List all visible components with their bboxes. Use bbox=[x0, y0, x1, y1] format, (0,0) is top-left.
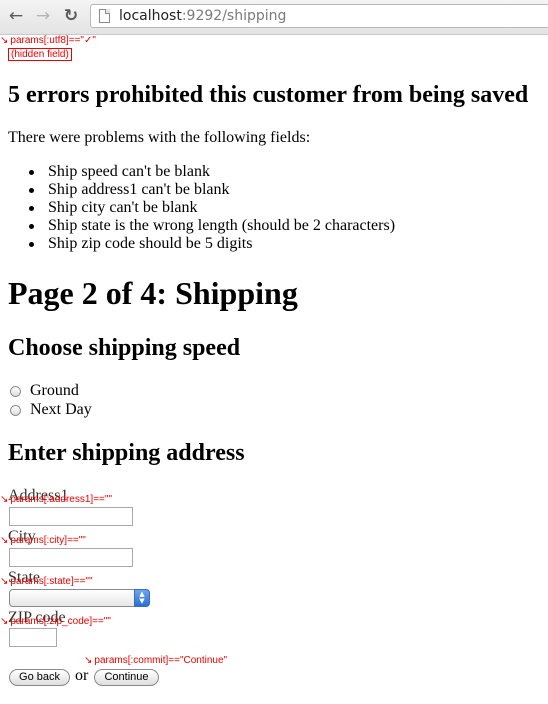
debug-state-annotation: ↘ params[:state]=="" bbox=[0, 576, 93, 587]
continue-button[interactable]: Continue bbox=[94, 669, 159, 686]
debug-state-text: params[:state]=="" bbox=[10, 576, 93, 587]
debug-utf8-text: params[:utf8]=="✓" bbox=[10, 35, 96, 46]
error-list: Ship speed can't be blank Ship address1 … bbox=[29, 163, 395, 253]
shipping-address-heading: Enter shipping address bbox=[8, 440, 245, 466]
debug-address1-annotation: ↘ params[:address1]=="" bbox=[0, 494, 112, 505]
debug-arrow-icon: ↘ bbox=[0, 35, 9, 46]
radio-ground[interactable] bbox=[10, 386, 21, 397]
debug-arrow-icon: ↘ bbox=[0, 576, 9, 587]
radio-next-day[interactable] bbox=[10, 405, 21, 416]
page-icon bbox=[99, 9, 110, 23]
url-path: :9292/shipping bbox=[181, 8, 287, 24]
or-text: or bbox=[75, 667, 89, 684]
debug-city-annotation: ↘ params[:city]=="" bbox=[0, 535, 86, 546]
error-item: Ship address1 can't be blank bbox=[29, 181, 395, 199]
page-title: Page 2 of 4: Shipping bbox=[8, 275, 298, 311]
debug-address1-text: params[:address1]=="" bbox=[10, 494, 112, 505]
debug-commit-text: params[:commit]=="Continue" bbox=[94, 655, 228, 666]
error-item: Ship state is the wrong length (should b… bbox=[29, 217, 395, 235]
address-bar[interactable]: localhost:9292/shipping bbox=[90, 4, 548, 28]
radio-ground-label[interactable]: Ground bbox=[30, 382, 79, 400]
error-title: 5 errors prohibited this customer from b… bbox=[8, 82, 529, 108]
debug-utf8-annotation: ↘ params[:utf8]=="✓" bbox=[0, 35, 96, 46]
shipping-speed-heading: Choose shipping speed bbox=[8, 335, 241, 361]
error-item: Ship city can't be blank bbox=[29, 199, 395, 217]
radio-next-day-label[interactable]: Next Day bbox=[30, 401, 92, 419]
error-intro: There were problems with the following f… bbox=[8, 129, 311, 146]
zip-code-input[interactable] bbox=[9, 628, 57, 647]
debug-zip-code-text: params[:zip_code]=="" bbox=[10, 616, 111, 627]
error-item: Ship speed can't be blank bbox=[29, 163, 395, 181]
select-stepper-icon[interactable]: ▲ ▼ bbox=[134, 589, 150, 607]
address1-input[interactable] bbox=[9, 507, 133, 526]
error-item: Ship zip code should be 5 digits bbox=[29, 235, 395, 253]
browser-toolbar: ← → ↻ localhost:9292/shipping bbox=[0, 0, 548, 35]
debug-arrow-icon: ↘ bbox=[0, 494, 9, 505]
city-input[interactable] bbox=[9, 548, 133, 567]
reload-icon[interactable]: ↻ bbox=[61, 6, 81, 26]
forward-arrow-icon[interactable]: → bbox=[33, 6, 53, 26]
debug-city-text: params[:city]=="" bbox=[10, 535, 86, 546]
debug-arrow-icon: ↘ bbox=[0, 616, 9, 627]
debug-commit-annotation: ↘ params[:commit]=="Continue" bbox=[84, 655, 227, 666]
debug-arrow-icon: ↘ bbox=[84, 655, 93, 666]
url-text[interactable]: localhost:9292/shipping bbox=[119, 8, 286, 24]
state-select[interactable]: ▲ ▼ bbox=[9, 589, 150, 607]
debug-zip-code-annotation: ↘ params[:zip_code]=="" bbox=[0, 616, 111, 627]
back-arrow-icon[interactable]: ← bbox=[6, 6, 26, 26]
hidden-field-badge: (hidden field) bbox=[8, 48, 72, 61]
debug-arrow-icon: ↘ bbox=[0, 535, 9, 546]
url-host: localhost bbox=[119, 8, 182, 24]
go-back-button[interactable]: Go back bbox=[9, 669, 70, 686]
